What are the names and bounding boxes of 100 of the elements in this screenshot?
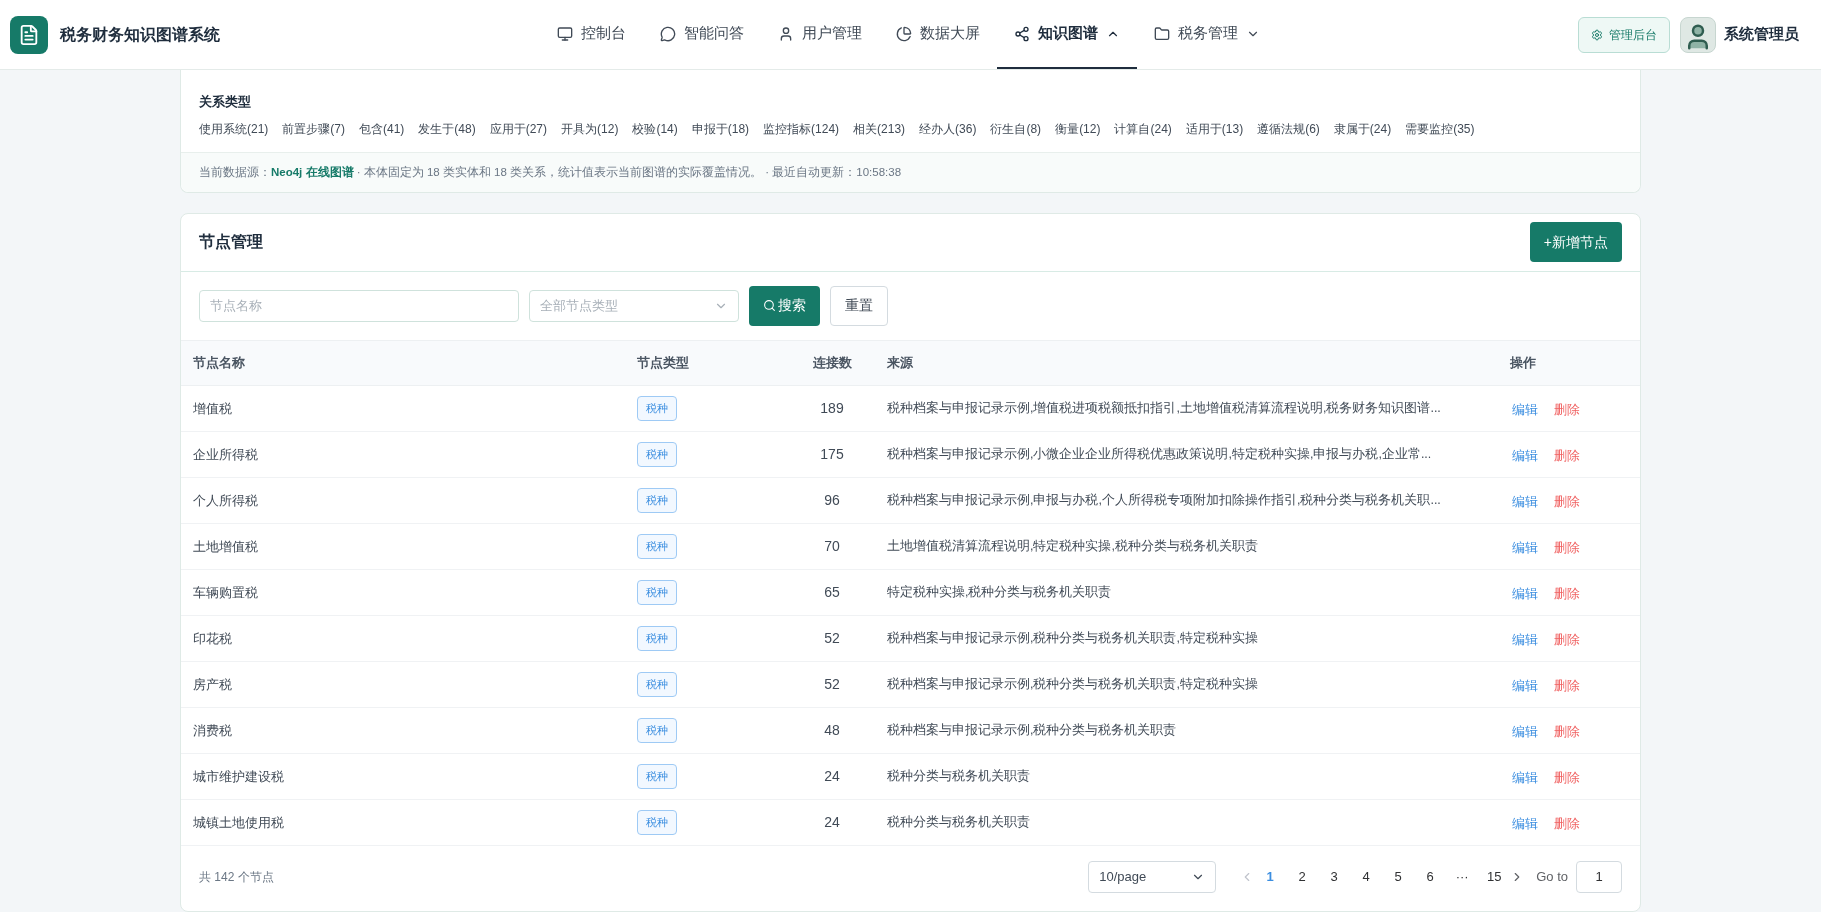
goto-label: Go to [1536,868,1568,886]
table-cell: 税种档案与申报记录示例,小微企业企业所得税优惠政策说明,特定税种实操,申报与办税,企业常... [887,431,1510,478]
table-cell: 企业所得税 [181,431,637,478]
relation-type-count: 包含(41) [359,120,405,138]
table-cell: 70 [777,523,887,570]
relation-type-count: 适用于(13) [1185,120,1244,138]
table-cell: 个人所得税 [181,477,637,524]
node-type-tag: 税种 [637,718,677,743]
table-cell: 税种档案与申报记录示例,税种分类与税务机关职责,特定税种实操 [887,615,1510,662]
delete-link[interactable]: 删除 [1554,584,1580,604]
pie-chart-icon [896,25,912,42]
table-cell: 189 [777,385,887,432]
nav-tab[interactable]: 控制台 [540,0,643,69]
delete-link[interactable]: 删除 [1554,722,1580,742]
app-logo-icon [10,15,48,54]
table-cell: 城镇土地使用税 [181,799,637,846]
delete-link[interactable]: 删除 [1554,814,1580,834]
delete-link[interactable]: 删除 [1554,538,1580,558]
relation-type-count: 前置步骤(7) [282,120,345,138]
avatar-icon[interactable] [1680,16,1716,53]
relation-type-count: 校验(14) [632,120,678,138]
node-type-tag: 税种 [637,396,677,421]
column-header: 节点类型 [637,339,777,386]
relation-type-count: 衡量(12) [1055,120,1101,138]
delete-link[interactable]: 删除 [1554,768,1580,788]
relation-type-count: 经办人(36) [919,120,977,138]
node-type-tag: 税种 [637,626,677,651]
person-icon [778,25,794,42]
relation-type-count: 遵循法规(6) [1257,120,1320,138]
table-cell: 增值税 [181,385,637,432]
table-cell: 税种分类与税务机关职责 [887,799,1510,846]
edit-link[interactable]: 编辑 [1512,492,1538,512]
data-source-note: 当前数据源：Neo4j 在线图谱 · 本体固定为 18 类实体和 18 类关系，统计值表示当前图谱的实际覆盖情况。 · 最近自动更新：10:58:38 [181,151,1640,192]
total-count: 共 142 个节点 [199,868,274,886]
edit-link[interactable]: 编辑 [1512,446,1538,466]
card-title: 节点管理 [199,232,263,253]
folder-icon [1154,25,1170,42]
relation-type-count: 申报于(18) [691,120,750,138]
table-cell: 城市维护建设税 [181,753,637,800]
delete-link[interactable]: 删除 [1554,676,1580,696]
table-cell: 65 [777,569,887,616]
reset-button[interactable]: 重置 [830,285,888,326]
table-cell: 税种分类与税务机关职责 [887,753,1510,800]
page-number[interactable]: 1 [1254,860,1287,893]
nav-tab[interactable]: 用户管理 [761,0,879,69]
edit-link[interactable]: 编辑 [1512,676,1538,696]
nav-tab[interactable]: 智能问答 [643,0,761,69]
table-cell: 特定税种实操,税种分类与税务机关职责 [887,569,1510,616]
node-type-tag: 税种 [637,534,677,559]
delete-link[interactable]: 删除 [1554,446,1580,466]
node-type-tag: 税种 [637,810,677,835]
page-number[interactable]: 4 [1350,860,1383,893]
table-cell: 税种档案与申报记录示例,税种分类与税务机关职责,特定税种实操 [887,661,1510,708]
column-header: 来源 [887,339,1510,386]
edit-link[interactable]: 编辑 [1512,538,1538,558]
delete-link[interactable]: 删除 [1554,630,1580,650]
relation-type-count: 使用系统(21) [199,120,269,138]
delete-link[interactable]: 删除 [1554,492,1580,512]
table-cell: 房产税 [181,661,637,708]
column-header: 节点名称 [181,339,637,386]
monitor-icon [557,25,573,42]
edit-link[interactable]: 编辑 [1512,722,1538,742]
nav-tab[interactable]: 数据大屏 [879,0,997,69]
edit-link[interactable]: 编辑 [1512,814,1538,834]
relation-type-count: 隶属于(24) [1333,120,1392,138]
edit-link[interactable]: 编辑 [1512,630,1538,650]
search-button[interactable]: 搜索 [749,285,820,326]
table-cell: 土地增值税 [181,523,637,570]
node-type-tag: 税种 [637,764,677,789]
relation-type-count: 监控指标(124) [763,120,840,138]
chat-bubble-icon [660,25,676,42]
table-cell: 消费税 [181,707,637,754]
edit-link[interactable]: 编辑 [1512,584,1538,604]
edit-link[interactable]: 编辑 [1512,768,1538,788]
page-size-select[interactable]: 10/page [1088,860,1217,893]
table-cell: 48 [777,707,887,754]
table-cell: 52 [777,661,887,708]
node-name-field[interactable]: 节点名称 [199,289,519,322]
table-cell: 24 [777,753,887,800]
page-number[interactable]: ··· [1446,860,1479,893]
page-number[interactable]: 5 [1382,860,1415,893]
table-cell: 印花税 [181,615,637,662]
column-header: 操作 [1510,339,1640,386]
goto-page-field[interactable]: 1 [1576,860,1622,893]
page-number[interactable]: 15 [1478,860,1511,893]
table-cell: 税种档案与申报记录示例,申报与办税,个人所得税专项附加扣除操作指引,税种分类与税务机关职... [887,477,1510,524]
gear-icon [1591,28,1603,41]
admin-button[interactable]: 管理后台 [1578,16,1670,53]
user-name[interactable]: 系统管理员 [1724,23,1799,46]
table-cell: 175 [777,431,887,478]
page-number[interactable]: 6 [1414,860,1447,893]
delete-link[interactable]: 删除 [1554,400,1580,420]
app-title: 税务财务知识图谱系统 [60,24,221,45]
relation-type-count: 相关(213) [853,120,906,138]
page-number[interactable]: 3 [1318,860,1351,893]
edit-link[interactable]: 编辑 [1512,400,1538,420]
node-type-select[interactable]: 全部节点类型 [529,289,739,322]
add-node-button[interactable]: +新增节点 [1529,222,1622,263]
page-number[interactable]: 2 [1286,860,1319,893]
nav-tab[interactable]: 税务管理 [1137,0,1277,69]
